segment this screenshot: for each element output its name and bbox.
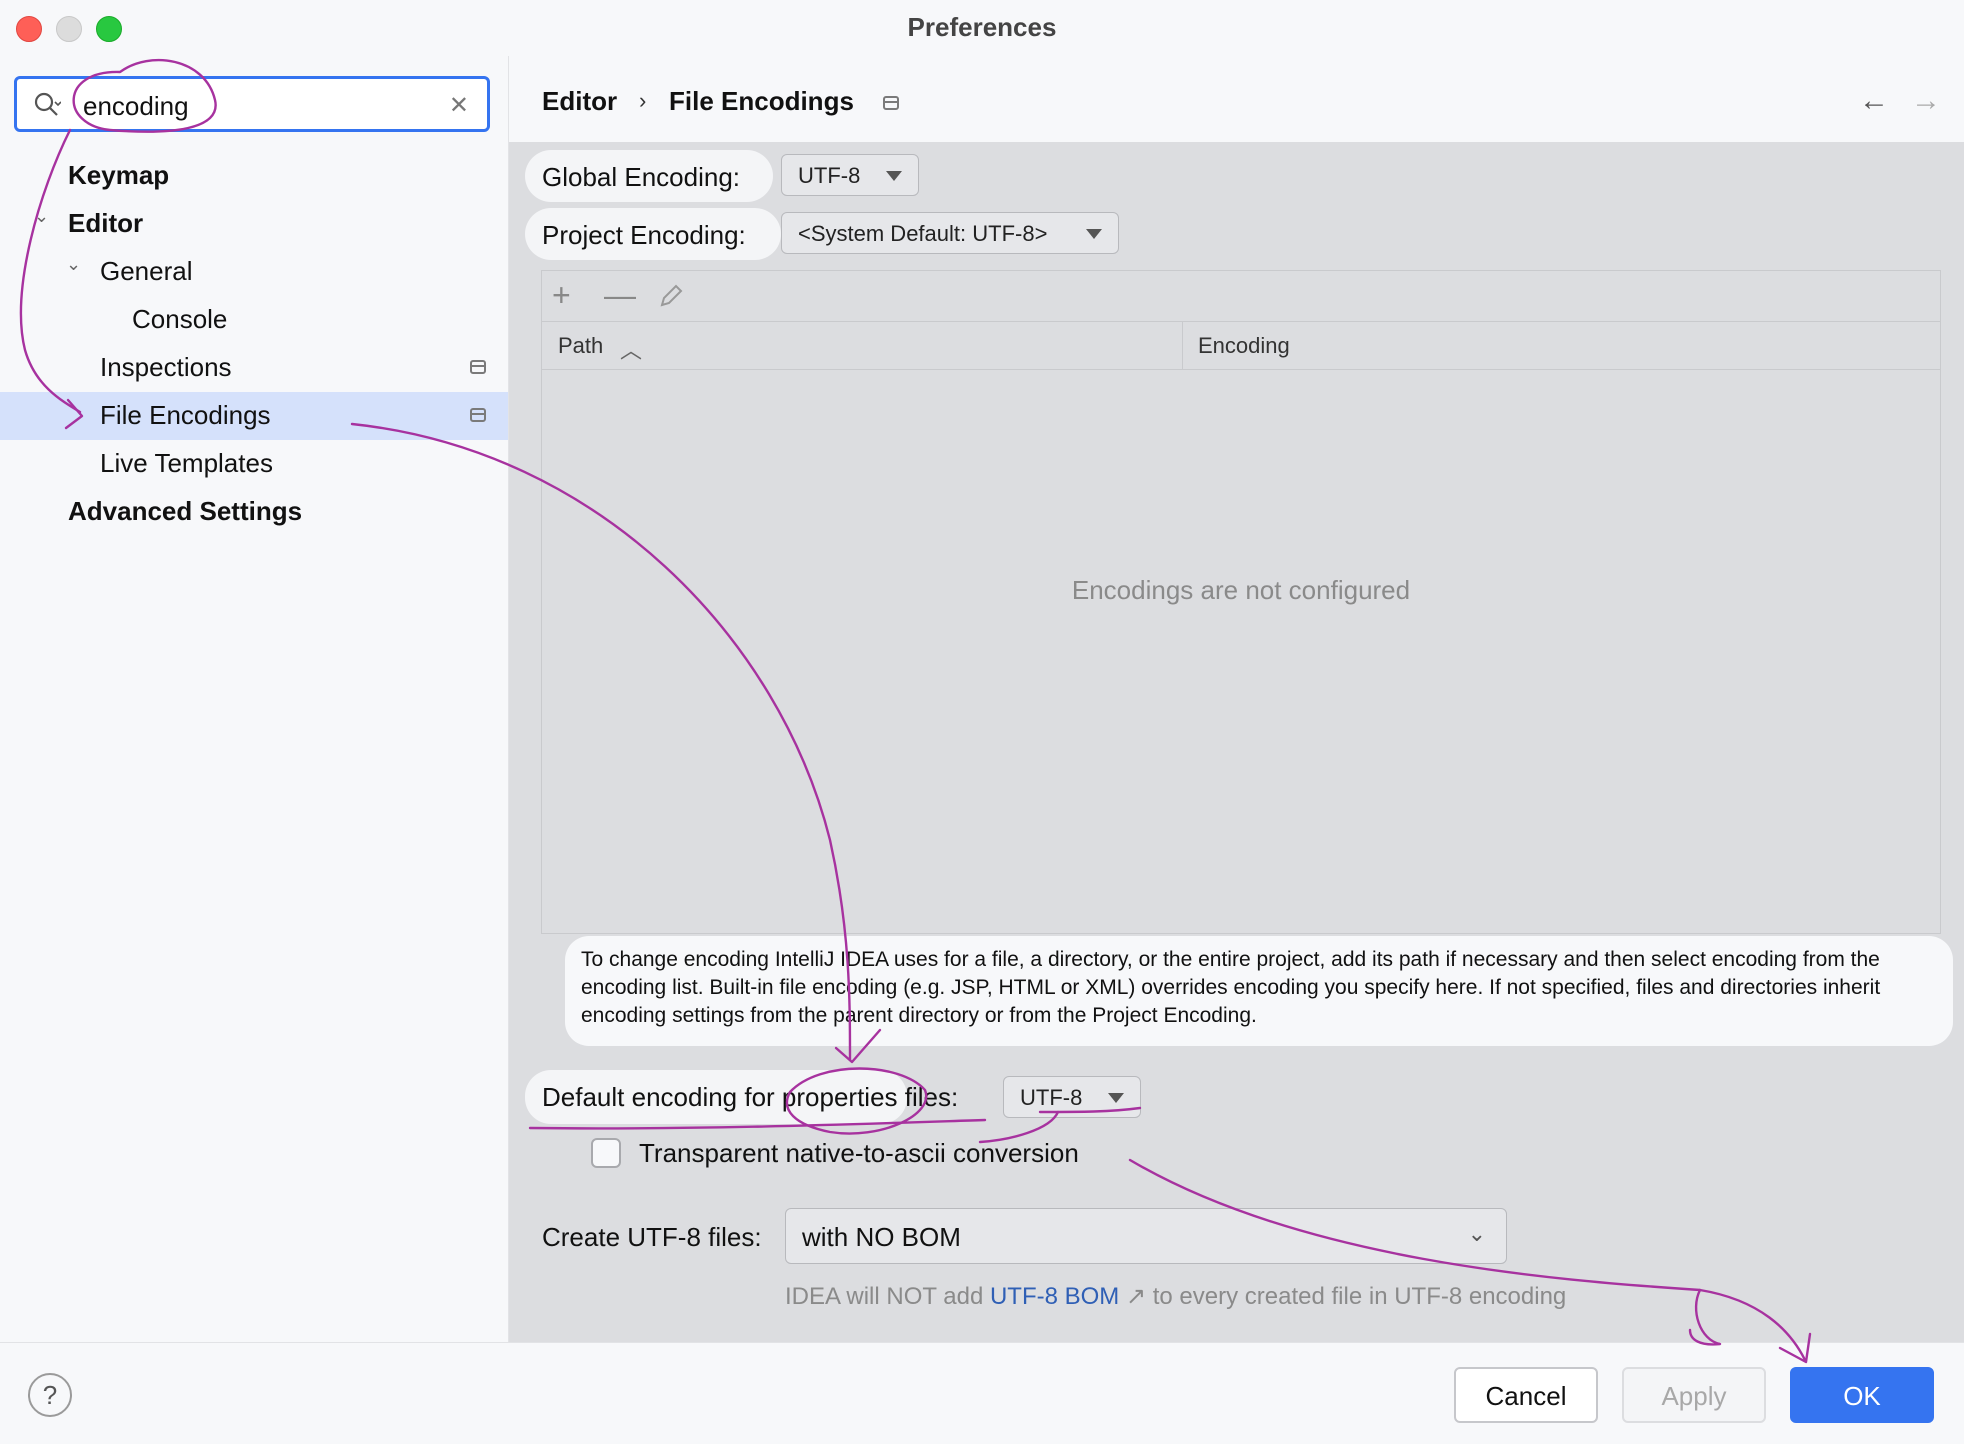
utf8-bom-link[interactable]: UTF-8 BOM — [990, 1283, 1119, 1310]
column-divider[interactable] — [1182, 321, 1183, 369]
settings-sidebar: encoding ✕ Keymap ⌄ Editor ⌄ General Con… — [0, 56, 509, 1342]
sort-ascending-icon[interactable]: ︿ — [620, 333, 642, 365]
encoding-help-text: To change encoding IntelliJ IDEA uses fo… — [565, 936, 1953, 1046]
forward-arrow-icon[interactable]: → — [1911, 84, 1941, 118]
sidebar-item-general[interactable]: General — [100, 256, 193, 287]
table-toolbar: + — — [542, 271, 1940, 322]
dropdown-arrow-icon — [886, 171, 902, 181]
chevron-down-icon[interactable]: ⌄ — [66, 254, 81, 275]
sidebar-item-live-templates[interactable]: Live Templates — [100, 448, 273, 479]
empty-table-message: Encodings are not configured — [1071, 575, 1411, 605]
chevron-down-icon: ⌄ — [1467, 1221, 1486, 1246]
sidebar-item-inspections[interactable]: Inspections — [100, 352, 232, 383]
chevron-down-icon[interactable]: ⌄ — [34, 206, 49, 227]
bom-note-suffix: to every created file in UTF-8 encoding — [1152, 1283, 1567, 1310]
properties-encoding-dropdown[interactable]: UTF-8 — [1003, 1076, 1141, 1118]
project-scope-icon — [883, 96, 899, 110]
sidebar-item-advanced-settings[interactable]: Advanced Settings — [68, 496, 302, 527]
dialog-footer: ? Cancel Apply OK — [0, 1342, 1964, 1444]
external-link-icon: ↗ — [1125, 1283, 1147, 1310]
search-query-text: encoding — [83, 91, 189, 121]
properties-encoding-label: Default encoding for properties files: — [542, 1082, 959, 1112]
sidebar-item-file-encodings[interactable]: File Encodings — [100, 400, 271, 431]
remove-icon[interactable]: — — [604, 277, 636, 314]
preferences-window: Preferences encoding ✕ Keymap ⌄ Editor ⌄… — [0, 0, 1964, 1444]
sidebar-item-console[interactable]: Console — [132, 304, 227, 335]
project-encoding-label: Project Encoding: — [542, 220, 746, 250]
sidebar-item-keymap[interactable]: Keymap — [68, 160, 169, 191]
breadcrumb: Editor › File Encodings ← → — [509, 56, 1964, 142]
clear-search-icon[interactable]: ✕ — [449, 91, 469, 120]
transparent-native-to-ascii-checkbox[interactable] — [591, 1138, 621, 1168]
dropdown-arrow-icon — [1108, 1093, 1124, 1103]
global-encoding-label: Global Encoding: — [542, 162, 741, 192]
breadcrumb-parent[interactable]: Editor — [542, 86, 617, 117]
project-scope-icon — [470, 360, 486, 374]
settings-content: Editor › File Encodings ← → Global Encod… — [509, 56, 1964, 1342]
search-icon — [34, 92, 61, 116]
transparent-native-to-ascii-label[interactable]: Transparent native-to-ascii conversion — [639, 1138, 1079, 1169]
project-scope-icon — [470, 408, 486, 422]
file-encodings-table: + — Path ︿ Encoding Encodings are not co… — [541, 270, 1941, 934]
column-header-path[interactable]: Path — [558, 333, 603, 359]
window-title: Preferences — [907, 12, 1057, 42]
settings-search-input[interactable]: encoding ✕ — [14, 76, 490, 132]
project-encoding-value: <System Default: UTF-8> — [798, 221, 1048, 246]
dropdown-arrow-icon — [1086, 229, 1102, 239]
ok-button[interactable]: OK — [1790, 1367, 1934, 1423]
edit-pencil-icon[interactable] — [658, 283, 684, 309]
bom-note-prefix: IDEA will NOT add — [785, 1283, 984, 1310]
bom-note: IDEA will NOT add UTF-8 BOM ↗ to every c… — [785, 1282, 1566, 1311]
apply-button[interactable]: Apply — [1622, 1367, 1766, 1423]
help-icon[interactable]: ? — [28, 1373, 72, 1417]
sidebar-item-editor[interactable]: Editor — [68, 208, 143, 239]
create-utf8-value: with NO BOM — [802, 1222, 961, 1252]
global-encoding-value: UTF-8 — [798, 163, 861, 188]
column-header-encoding[interactable]: Encoding — [1198, 333, 1290, 359]
project-encoding-dropdown[interactable]: <System Default: UTF-8> — [781, 212, 1119, 254]
title-bar: Preferences — [0, 0, 1964, 56]
breadcrumb-current: File Encodings — [669, 86, 854, 116]
global-encoding-dropdown[interactable]: UTF-8 — [781, 154, 919, 196]
add-icon[interactable]: + — [552, 277, 571, 314]
create-utf8-dropdown[interactable]: with NO BOM ⌄ — [785, 1208, 1507, 1264]
table-header: Path ︿ Encoding — [542, 321, 1940, 370]
create-utf8-label: Create UTF-8 files: — [542, 1222, 762, 1252]
back-arrow-icon[interactable]: ← — [1859, 84, 1889, 118]
breadcrumb-separator-icon: › — [639, 88, 647, 113]
properties-encoding-value: UTF-8 — [1020, 1085, 1083, 1110]
cancel-button[interactable]: Cancel — [1454, 1367, 1598, 1423]
